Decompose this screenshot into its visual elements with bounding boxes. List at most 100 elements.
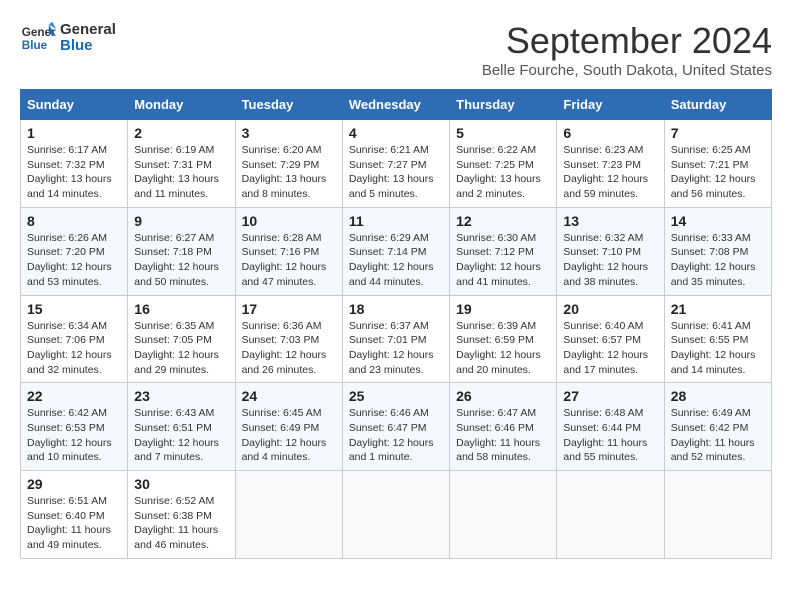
calendar-cell: 10Sunrise: 6:28 AM Sunset: 7:16 PM Dayli… [235,207,342,295]
calendar-cell: 5 Sunrise: 6:22 AM Sunset: 7:25 PM Daylig… [450,120,557,208]
day-number: 3 [242,125,336,141]
calendar-cell: 26 Sunrise: 6:47 AM Sunset: 6:46 PM Dayli… [450,383,557,471]
day-info: Sunrise: 6:42 AM Sunset: 6:53 PM Dayligh… [27,406,121,465]
day-number: 11 [349,213,443,229]
calendar-cell: 27 Sunrise: 6:48 AM Sunset: 6:44 PM Dayli… [557,383,664,471]
day-number: 12 [456,213,550,229]
day-info: Sunrise: 6:52 AM Sunset: 6:38 PM Dayligh… [134,494,228,553]
day-number: 26 [456,388,550,404]
calendar-cell: 24 Sunrise: 6:45 AM Sunset: 6:49 PM Dayli… [235,383,342,471]
day-number: 5 [456,125,550,141]
title-section: September 2024 Belle Fourche, South Dako… [482,20,772,79]
calendar-cell [557,471,664,559]
day-info: Sunrise: 6:23 AM Sunset: 7:23 PM Dayligh… [563,143,657,202]
day-number: 8 [27,213,121,229]
calendar-cell: 13 Sunrise: 6:32 AM Sunset: 7:10 PM Dayli… [557,207,664,295]
calendar-cell: 17 Sunrise: 6:36 AM Sunset: 7:03 PM Dayli… [235,295,342,383]
weekday-header-tuesday: Tuesday [235,90,342,120]
day-info: Sunrise: 6:28 AM Sunset: 7:16 PM Dayligh… [242,231,336,290]
calendar-cell: 28Sunrise: 6:49 AM Sunset: 6:42 PM Dayli… [664,383,771,471]
day-number: 18 [349,301,443,317]
weekday-header-saturday: Saturday [664,90,771,120]
svg-text:Blue: Blue [22,39,48,52]
calendar-cell: 15Sunrise: 6:34 AM Sunset: 7:06 PM Dayli… [21,295,128,383]
calendar-cell: 8Sunrise: 6:26 AM Sunset: 7:20 PM Daylig… [21,207,128,295]
day-info: Sunrise: 6:39 AM Sunset: 6:59 PM Dayligh… [456,319,550,378]
weekday-header-friday: Friday [557,90,664,120]
day-number: 14 [671,213,765,229]
day-info: Sunrise: 6:19 AM Sunset: 7:31 PM Dayligh… [134,143,228,202]
day-number: 7 [671,125,765,141]
day-info: Sunrise: 6:47 AM Sunset: 6:46 PM Dayligh… [456,406,550,465]
week-row-3: 15Sunrise: 6:34 AM Sunset: 7:06 PM Dayli… [21,295,772,383]
day-number: 27 [563,388,657,404]
month-title: September 2024 [482,20,772,62]
day-number: 1 [27,125,121,141]
day-number: 4 [349,125,443,141]
calendar-cell: 23Sunrise: 6:43 AM Sunset: 6:51 PM Dayli… [128,383,235,471]
day-number: 17 [242,301,336,317]
day-number: 2 [134,125,228,141]
calendar-cell: 21 Sunrise: 6:41 AM Sunset: 6:55 PM Dayli… [664,295,771,383]
day-number: 9 [134,213,228,229]
calendar-cell: 14 Sunrise: 6:33 AM Sunset: 7:08 PM Dayli… [664,207,771,295]
calendar-cell [342,471,449,559]
day-info: Sunrise: 6:22 AM Sunset: 7:25 PM Dayligh… [456,143,550,202]
calendar-cell: 1 Sunrise: 6:17 AM Sunset: 7:32 PM Daylig… [21,120,128,208]
logo-icon: General Blue [20,20,56,56]
day-number: 19 [456,301,550,317]
calendar-cell: 4 Sunrise: 6:21 AM Sunset: 7:27 PM Daylig… [342,120,449,208]
day-number: 6 [563,125,657,141]
day-number: 30 [134,476,228,492]
day-info: Sunrise: 6:32 AM Sunset: 7:10 PM Dayligh… [563,231,657,290]
weekday-header-wednesday: Wednesday [342,90,449,120]
weekday-header-monday: Monday [128,90,235,120]
day-info: Sunrise: 6:43 AM Sunset: 6:51 PM Dayligh… [134,406,228,465]
day-number: 13 [563,213,657,229]
day-info: Sunrise: 6:33 AM Sunset: 7:08 PM Dayligh… [671,231,765,290]
day-number: 28 [671,388,765,404]
calendar-cell: 25 Sunrise: 6:46 AM Sunset: 6:47 PM Dayli… [342,383,449,471]
logo-general: General [60,22,116,39]
calendar-cell: 3 Sunrise: 6:20 AM Sunset: 7:29 PM Daylig… [235,120,342,208]
calendar-cell: 11Sunrise: 6:29 AM Sunset: 7:14 PM Dayli… [342,207,449,295]
calendar-cell: 19 Sunrise: 6:39 AM Sunset: 6:59 PM Dayli… [450,295,557,383]
weekday-header-sunday: Sunday [21,90,128,120]
day-number: 21 [671,301,765,317]
calendar-cell [450,471,557,559]
day-info: Sunrise: 6:36 AM Sunset: 7:03 PM Dayligh… [242,319,336,378]
week-row-4: 22Sunrise: 6:42 AM Sunset: 6:53 PM Dayli… [21,383,772,471]
calendar-cell: 22Sunrise: 6:42 AM Sunset: 6:53 PM Dayli… [21,383,128,471]
day-number: 29 [27,476,121,492]
day-info: Sunrise: 6:17 AM Sunset: 7:32 PM Dayligh… [27,143,121,202]
day-info: Sunrise: 6:41 AM Sunset: 6:55 PM Dayligh… [671,319,765,378]
calendar-cell [664,471,771,559]
calendar-cell: 2 Sunrise: 6:19 AM Sunset: 7:31 PM Daylig… [128,120,235,208]
calendar-table: SundayMondayTuesdayWednesdayThursdayFrid… [20,89,772,559]
day-info: Sunrise: 6:25 AM Sunset: 7:21 PM Dayligh… [671,143,765,202]
day-info: Sunrise: 6:51 AM Sunset: 6:40 PM Dayligh… [27,494,121,553]
calendar-cell: 6 Sunrise: 6:23 AM Sunset: 7:23 PM Daylig… [557,120,664,208]
calendar-cell: 29 Sunrise: 6:51 AM Sunset: 6:40 PM Dayli… [21,471,128,559]
day-info: Sunrise: 6:30 AM Sunset: 7:12 PM Dayligh… [456,231,550,290]
day-info: Sunrise: 6:46 AM Sunset: 6:47 PM Dayligh… [349,406,443,465]
calendar-cell: 30 Sunrise: 6:52 AM Sunset: 6:38 PM Dayli… [128,471,235,559]
day-info: Sunrise: 6:48 AM Sunset: 6:44 PM Dayligh… [563,406,657,465]
day-info: Sunrise: 6:37 AM Sunset: 7:01 PM Dayligh… [349,319,443,378]
weekday-header-row: SundayMondayTuesdayWednesdayThursdayFrid… [21,90,772,120]
day-number: 24 [242,388,336,404]
calendar-cell [235,471,342,559]
location-title: Belle Fourche, South Dakota, United Stat… [482,62,772,79]
week-row-1: 1 Sunrise: 6:17 AM Sunset: 7:32 PM Daylig… [21,120,772,208]
week-row-5: 29 Sunrise: 6:51 AM Sunset: 6:40 PM Dayli… [21,471,772,559]
day-info: Sunrise: 6:21 AM Sunset: 7:27 PM Dayligh… [349,143,443,202]
calendar-cell: 7 Sunrise: 6:25 AM Sunset: 7:21 PM Daylig… [664,120,771,208]
day-info: Sunrise: 6:40 AM Sunset: 6:57 PM Dayligh… [563,319,657,378]
day-number: 16 [134,301,228,317]
page-header: General Blue General Blue September 2024… [20,20,772,79]
day-info: Sunrise: 6:20 AM Sunset: 7:29 PM Dayligh… [242,143,336,202]
weekday-header-thursday: Thursday [450,90,557,120]
day-number: 25 [349,388,443,404]
week-row-2: 8Sunrise: 6:26 AM Sunset: 7:20 PM Daylig… [21,207,772,295]
day-info: Sunrise: 6:45 AM Sunset: 6:49 PM Dayligh… [242,406,336,465]
